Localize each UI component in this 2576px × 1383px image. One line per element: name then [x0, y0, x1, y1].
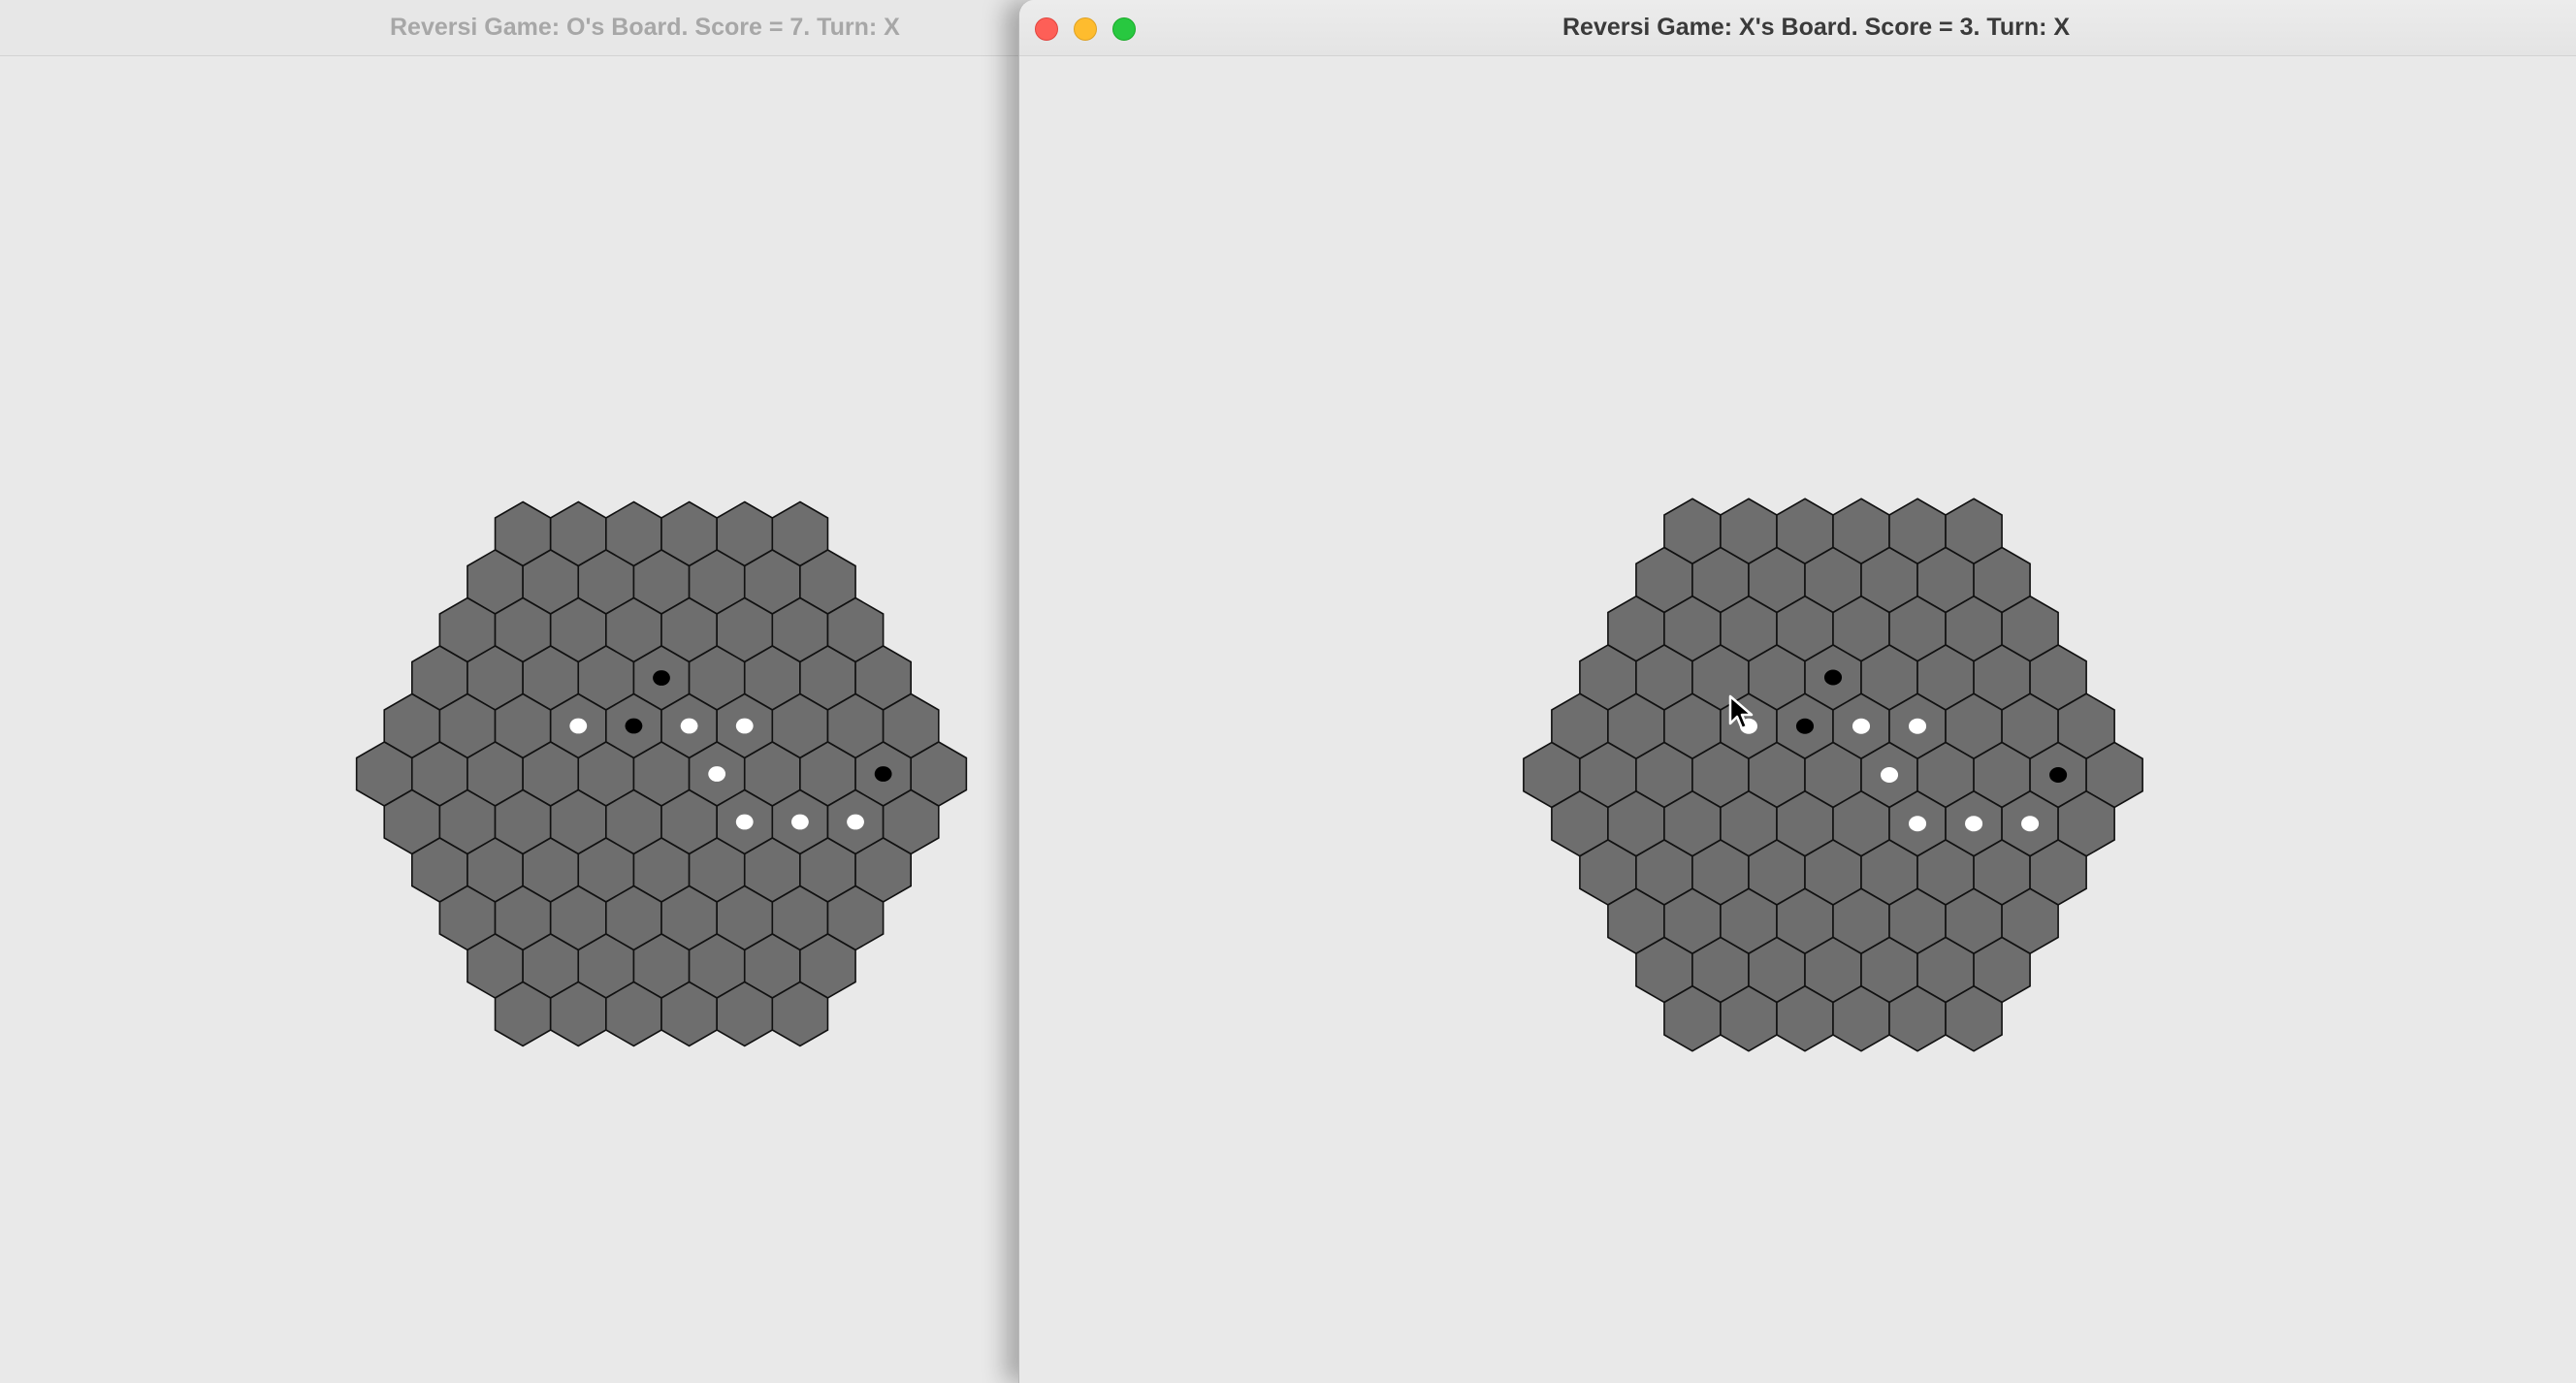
white-piece	[569, 718, 588, 734]
black-piece	[1795, 718, 1815, 734]
white-piece	[735, 718, 754, 734]
o-board-window: Reversi Game: O's Board. Score = 7. Turn…	[0, 0, 1018, 1383]
black-piece	[653, 670, 670, 686]
white-piece	[790, 814, 809, 830]
white-piece	[1852, 718, 1871, 734]
x-board-window: Reversi Game: X's Board. Score = 3. Turn…	[1018, 0, 2576, 1383]
white-piece	[708, 766, 726, 782]
black-piece	[1823, 669, 1843, 686]
hex-board	[1523, 498, 2143, 1052]
black-piece	[874, 766, 892, 782]
white-piece	[1909, 718, 1927, 734]
white-piece	[1965, 816, 1983, 832]
white-piece	[735, 814, 754, 830]
black-piece	[625, 718, 643, 734]
white-piece	[2021, 816, 2040, 832]
white-piece	[680, 718, 698, 734]
white-piece	[1880, 766, 1899, 784]
white-piece	[847, 814, 864, 830]
white-piece	[1909, 816, 1927, 832]
hex-board	[355, 500, 968, 1047]
black-piece	[2049, 766, 2068, 784]
mouse-pointer-icon	[1728, 694, 1754, 730]
